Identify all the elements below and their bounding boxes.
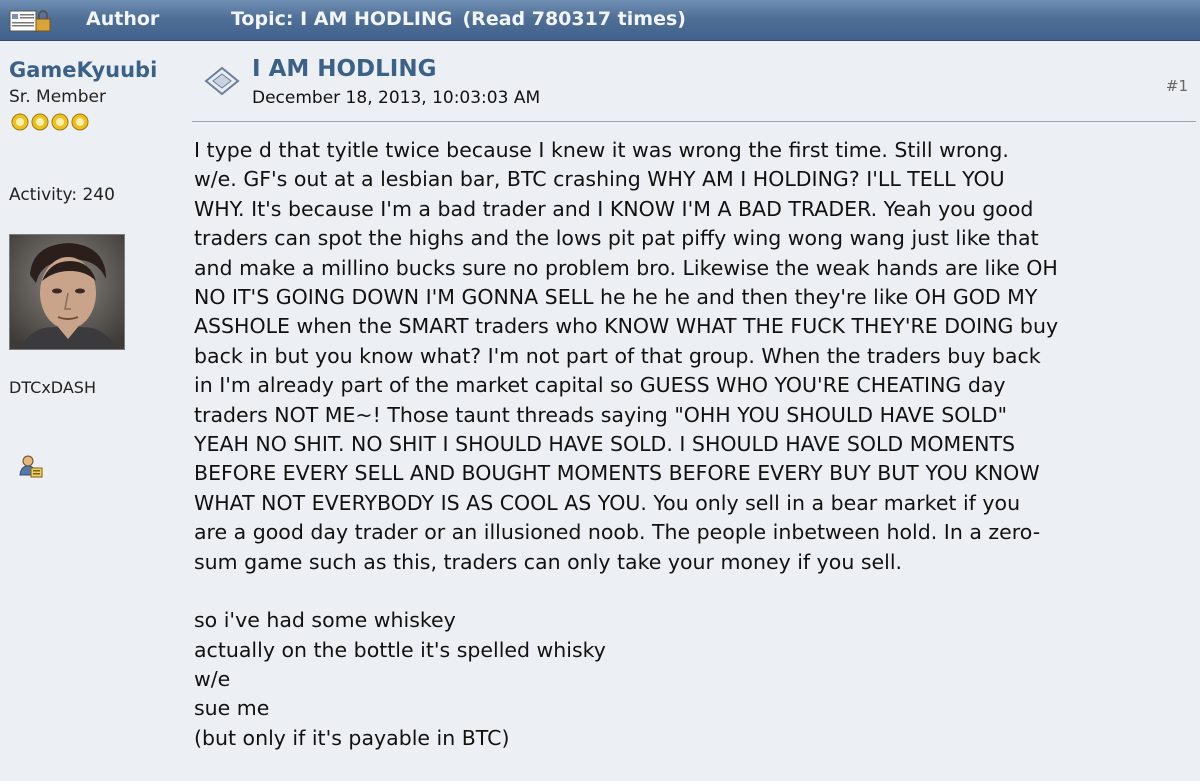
avatar [9,234,125,350]
post-body-line: are a good day trader or an illusioned n… [194,520,1041,545]
forum-page: Author Topic: I AM HODLING (Read 780317 t… [0,0,1200,781]
post-body-line: ASSHOLE when the SMART traders who KNOW … [194,314,1059,339]
post-icon [202,64,242,98]
post-body-line: back in but you know what? I'm not part … [194,343,1041,368]
star-icon [31,113,49,131]
post-body-line: w/e [194,666,231,691]
topic-icon [8,5,54,35]
post-divider [192,121,1196,122]
poster-name-link[interactable]: GameKyuubi [9,58,157,82]
post-body: I type d that tyitle twice because I kne… [194,136,1194,753]
rank-stars [9,112,109,132]
star-icon [71,113,89,131]
poster-rank: Sr. Member [9,87,106,107]
post-body-line: sue me [194,696,270,721]
poster-activity: Activity: 240 [9,185,115,205]
star-icon [11,113,29,131]
post-body-line: WHY. It's because I'm a bad trader and I… [194,196,1034,221]
post-body-line: traders NOT ME~! Those taunt threads say… [194,402,1007,427]
post-body-line: so i've had some whiskey [194,608,456,633]
post-body-line: NO IT'S GOING DOWN I'M GONNA SELL he he … [194,285,1038,310]
thread-header: Author Topic: I AM HODLING (Read 780317 t… [0,0,1200,41]
post-number-link[interactable]: #1 [1166,77,1188,95]
author-column-label: Author [86,8,160,30]
post-body-line: traders can spot the highs and the lows … [194,226,1039,251]
post-subject-link[interactable]: I AM HODLING [252,56,437,82]
post-body-line: BEFORE EVERY SELL AND BOUGHT MOMENTS BEF… [194,461,1040,486]
post-body-line: actually on the bottle it's spelled whis… [194,637,606,662]
post-body-line: and make a millino bucks sure no problem… [194,255,1058,280]
profile-icon[interactable] [17,453,45,481]
topic-label: Topic: I AM HODLING [231,8,453,30]
post-body-line: w/e. GF's out at a lesbian bar, BTC cras… [194,167,1005,192]
post-body-line: (but only if it's payable in BTC) [194,725,510,750]
topic-title: Topic: I AM HODLING (Read 780317 times) [231,8,686,30]
post-body-line: in I'm already part of the market capita… [194,373,1006,398]
post-body-line: YEAH NO SHIT. NO SHIT I SHOULD HAVE SOLD… [194,432,1016,457]
read-count: (Read 780317 times) [462,8,686,30]
poster-info: GameKyuubi Sr. Member Activity: 240 DTCx… [0,41,180,781]
post-body-line: WHAT NOT EVERYBODY IS AS COOL AS YOU. Yo… [194,490,1021,515]
post-body-line: sum game such as this, traders can only … [194,549,903,574]
poster-tagline: DTCxDASH [9,378,96,397]
post-body-line: I type d that tyitle twice because I kne… [194,138,1009,162]
post-date: December 18, 2013, 10:03:03 AM [252,88,541,108]
star-icon [51,113,69,131]
